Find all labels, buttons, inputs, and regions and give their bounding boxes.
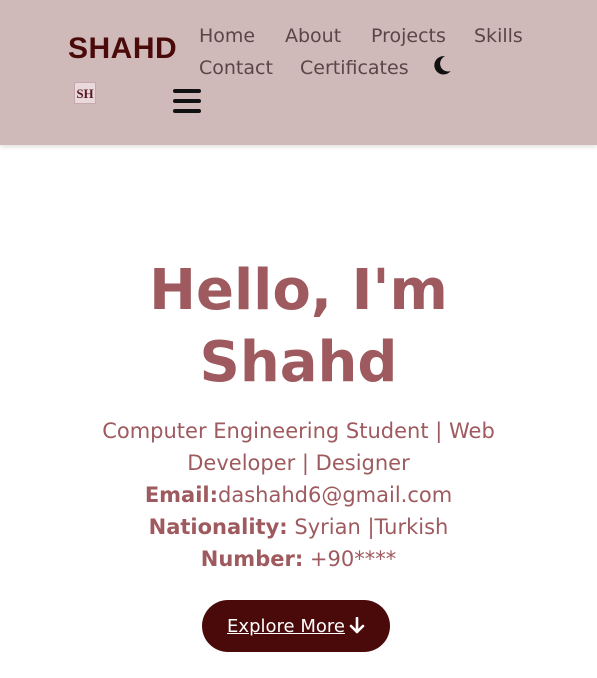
hamburger-icon[interactable] xyxy=(173,89,201,113)
email-value: dashahd6@gmail.com xyxy=(218,483,453,507)
email-line: Email:dashahd6@gmail.com xyxy=(0,479,597,511)
nav-certificates[interactable]: Certificates xyxy=(300,57,409,79)
nav-projects[interactable]: Projects xyxy=(371,25,446,47)
number-line: Number: +90**** xyxy=(0,543,597,575)
nav-contact[interactable]: Contact xyxy=(199,57,273,79)
nationality-label: Nationality: xyxy=(148,515,288,539)
hero-section: Hello, I'm Shahd Computer Engineering St… xyxy=(0,255,597,575)
nav-about[interactable]: About xyxy=(285,25,341,47)
nationality-line: Nationality: Syrian |Turkish xyxy=(0,511,597,543)
email-label: Email: xyxy=(144,483,219,507)
arrow-down-icon xyxy=(349,617,365,634)
hero-title-line1: Hello, I'm xyxy=(149,258,448,323)
nationality-value: Syrian |Turkish xyxy=(287,515,449,539)
nav-home[interactable]: Home xyxy=(199,25,255,47)
hero-title: Hello, I'm Shahd xyxy=(0,255,597,399)
nav-skills[interactable]: Skills xyxy=(474,25,523,47)
logo-image[interactable]: SH xyxy=(74,82,96,104)
explore-more-button[interactable]: Explore More xyxy=(202,600,390,652)
number-value: +90**** xyxy=(303,547,397,571)
moon-icon[interactable] xyxy=(431,54,453,76)
logo-text: SH xyxy=(76,85,94,101)
explore-more-label: Explore More xyxy=(227,615,345,637)
hero-subtitle: Computer Engineering Student | Web Devel… xyxy=(102,419,495,475)
brand-name[interactable]: SHAHD xyxy=(68,32,177,66)
site-header: SHAHD SH Home About Projects Skills Cont… xyxy=(0,0,597,145)
number-label: Number: xyxy=(200,547,304,571)
hero-title-line2: Shahd xyxy=(199,330,398,395)
